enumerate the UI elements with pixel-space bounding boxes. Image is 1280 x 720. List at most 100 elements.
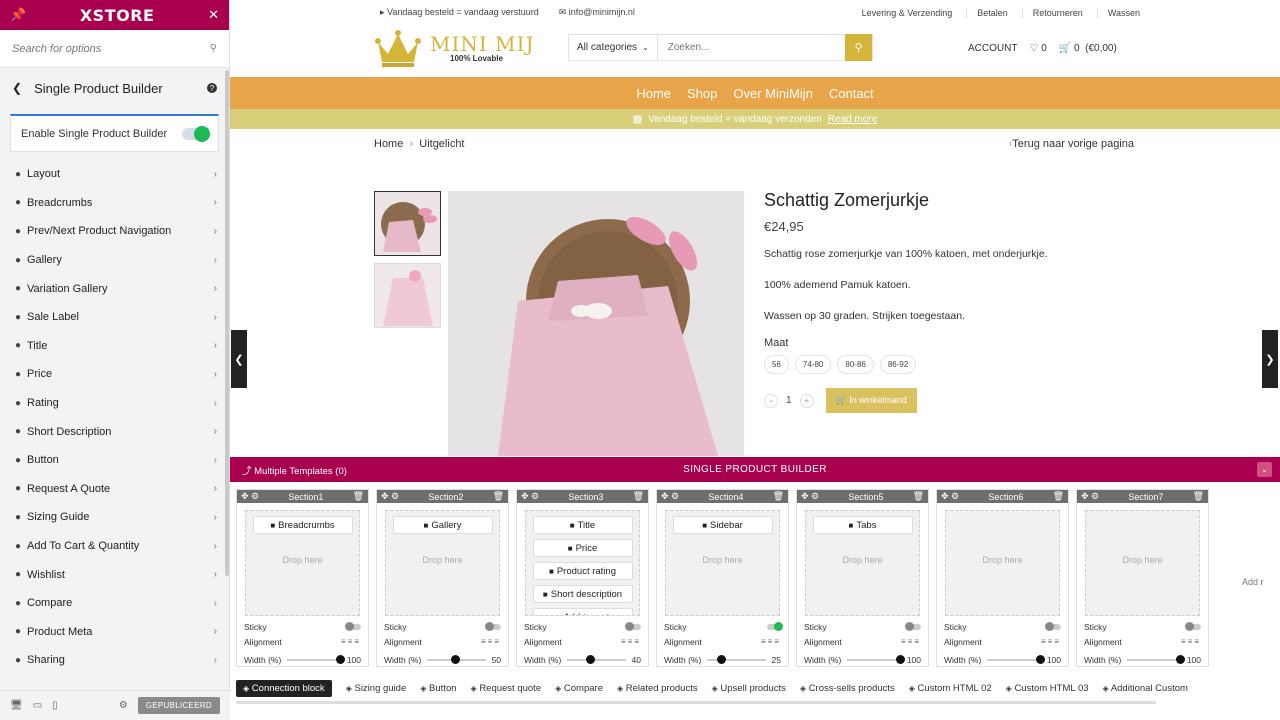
width-slider[interactable] (567, 654, 626, 664)
cart-link[interactable]: 🛒 0 (€0,00) (1059, 43, 1117, 54)
settings-icon[interactable]: ⚙ (119, 700, 128, 711)
sticky-toggle[interactable] (1185, 621, 1201, 631)
move-icon[interactable]: ✥ ⚙ (941, 491, 959, 502)
enable-builder-toggle[interactable] (182, 125, 210, 142)
drop-zone[interactable]: ■ Sidebar Drop here (665, 510, 780, 616)
delete-icon[interactable]: 🗑 (633, 491, 644, 502)
width-value[interactable]: 40 (632, 655, 641, 665)
add-section-button[interactable]: Add r (1242, 577, 1264, 587)
move-icon[interactable]: ✥ ⚙ (521, 491, 539, 502)
builder-element-tab[interactable]: ◈ Request quote (471, 683, 542, 694)
close-icon[interactable]: ✕ (208, 7, 219, 23)
builder-section[interactable]: ✥ ⚙ Section4 🗑 ■ Sidebar Drop here Sticky Align… (656, 489, 789, 667)
mobile-preview-icon[interactable]: ▯ (52, 700, 58, 711)
quantity-plus-button[interactable]: + (799, 393, 814, 408)
category-select[interactable]: All categories ⌄ (569, 35, 658, 60)
sticky-toggle[interactable] (905, 621, 921, 631)
builder-section[interactable]: ✥ ⚙ Section7 🗑 Drop here Sticky Alignment ≡≡≡ W… (1076, 489, 1209, 667)
panel-menu-item[interactable]: ● Wishlist › (0, 560, 229, 589)
size-option[interactable]: 86-92 (879, 355, 917, 374)
sticky-toggle[interactable] (485, 621, 501, 631)
panel-menu-item[interactable]: ● Layout › (0, 160, 229, 189)
options-search-input[interactable] (12, 42, 182, 55)
width-slider[interactable] (427, 654, 486, 664)
builder-element-tab[interactable]: ◈ Button (420, 683, 456, 694)
builder-element-chip[interactable]: ■ Tabs (812, 516, 913, 534)
account-link[interactable]: ACCOUNT (968, 43, 1017, 54)
builder-section[interactable]: ✥ ⚙ Section5 🗑 ■ Tabs Drop here Sticky Alignmen… (796, 489, 929, 667)
panel-menu-item[interactable]: ● Short Description › (0, 417, 229, 446)
panel-menu-item[interactable]: ● Request A Quote › (0, 475, 229, 504)
builder-section[interactable]: ✥ ⚙ Section2 🗑 ■ Gallery Drop here Sticky Align… (376, 489, 509, 667)
alignment-icons[interactable]: ≡≡≡ (481, 637, 501, 646)
wishlist-link[interactable]: ♡ 0 (1029, 43, 1046, 54)
drop-zone[interactable]: Drop here (1085, 510, 1200, 616)
builder-element-chip[interactable]: ■ Title (532, 516, 633, 534)
sticky-toggle[interactable] (1045, 621, 1061, 631)
panel-menu-item[interactable]: ● Sizing Guide › (0, 503, 229, 532)
top-link[interactable]: Levering & Verzending (852, 8, 953, 18)
panel-menu-item[interactable]: ● Compare › (0, 589, 229, 618)
thumbnail[interactable] (374, 191, 441, 256)
top-link[interactable]: Retourneren (1021, 7, 1083, 18)
back-link[interactable]: ‹Terug naar vorige pagina (1009, 138, 1134, 150)
prev-product-arrow[interactable]: ❮ (231, 330, 247, 388)
drop-zone[interactable]: ■ Tabs Drop here (805, 510, 920, 616)
builder-element-chip[interactable]: ■ Gallery (392, 516, 493, 534)
panel-menu-item[interactable]: ● Breadcrumbs › (0, 189, 229, 218)
add-to-cart-button[interactable]: 🛒 In winkelmand (825, 388, 917, 413)
delete-icon[interactable]: 🗑 (913, 491, 924, 502)
nav-shop[interactable]: Shop (687, 86, 717, 101)
move-icon[interactable]: ✥ ⚙ (801, 491, 819, 502)
search-icon[interactable]: ⚲ (210, 43, 217, 54)
move-icon[interactable]: ✥ ⚙ (381, 491, 399, 502)
sticky-toggle[interactable] (625, 621, 641, 631)
tablet-preview-icon[interactable]: ▭ (33, 700, 42, 711)
next-product-arrow[interactable]: ❯ (1262, 330, 1278, 388)
width-slider[interactable] (987, 654, 1045, 664)
builder-section[interactable]: ✥ ⚙ Section6 🗑 Drop here Sticky Alignment ≡≡≡ W… (936, 489, 1069, 667)
panel-menu-item[interactable]: ● Title › (0, 332, 229, 361)
top-link[interactable]: Wassen (1096, 7, 1140, 18)
builder-element-chip[interactable]: ■ Breadcrumbs (252, 516, 353, 534)
delete-icon[interactable]: 🗑 (1053, 491, 1064, 502)
panel-menu-item[interactable]: ● Price › (0, 360, 229, 389)
size-option[interactable]: 74-80 (794, 355, 832, 374)
publish-button[interactable]: GEPUBLICEERD (137, 697, 220, 714)
alignment-icons[interactable]: ≡≡≡ (1041, 637, 1061, 646)
alignment-icons[interactable]: ≡≡≡ (621, 637, 641, 646)
panel-menu-item[interactable]: ● Gallery › (0, 246, 229, 275)
panel-menu-item[interactable]: ● Variation Gallery › (0, 274, 229, 303)
builder-scrollbar[interactable] (236, 701, 1156, 704)
builder-element-chip[interactable]: ■ Product rating (532, 562, 633, 580)
width-slider[interactable] (707, 654, 766, 664)
drop-zone[interactable]: ■ Gallery Drop here (385, 510, 500, 616)
width-value[interactable]: 50 (492, 655, 501, 665)
email-link[interactable]: ✉ info@minimijn.nl (559, 7, 635, 18)
panel-scrollbar[interactable] (225, 70, 229, 576)
width-value[interactable]: 100 (1047, 655, 1061, 665)
builder-section[interactable]: ✥ ⚙ Section3 🗑 ■ Title ■ Price ■ Product rating ■… (516, 489, 649, 667)
builder-element-tab[interactable]: ◈ Additional Custom (1103, 683, 1188, 694)
panel-menu-item[interactable]: ● Sharing › (0, 646, 229, 675)
width-value[interactable]: 100 (907, 655, 921, 665)
panel-menu-item[interactable]: ● Add To Cart & Quantity › (0, 532, 229, 561)
multiple-templates-toggle[interactable]: ⤴ Multiple Templates (0) (242, 463, 347, 477)
alignment-icons[interactable]: ≡≡≡ (1181, 637, 1201, 646)
alignment-icons[interactable]: ≡≡≡ (761, 637, 781, 646)
panel-menu-item[interactable]: ● Product Meta › (0, 618, 229, 647)
panel-menu-item[interactable]: ● Button › (0, 446, 229, 475)
nav-home[interactable]: Home (636, 86, 671, 101)
panel-menu-item[interactable]: ● Sale Label › (0, 303, 229, 332)
builder-element-tab[interactable]: ◈ Connection block (236, 679, 332, 697)
builder-element-tab[interactable]: ◈ Sizing guide (346, 683, 407, 694)
panel-menu-item[interactable]: ● Prev/Next Product Navigation › (0, 217, 229, 246)
search-button[interactable]: ⚲ (845, 34, 872, 61)
nav-about[interactable]: Over MiniMijn (733, 86, 812, 101)
promo-read-more[interactable]: Read more (828, 114, 877, 125)
builder-element-chip[interactable]: ■Add to cart (532, 608, 633, 615)
delete-icon[interactable]: 🗑 (773, 491, 784, 502)
sticky-toggle[interactable] (767, 621, 783, 631)
help-icon[interactable]: ? (207, 83, 217, 93)
builder-element-tab[interactable]: ◈ Custom HTML 02 (909, 683, 992, 694)
